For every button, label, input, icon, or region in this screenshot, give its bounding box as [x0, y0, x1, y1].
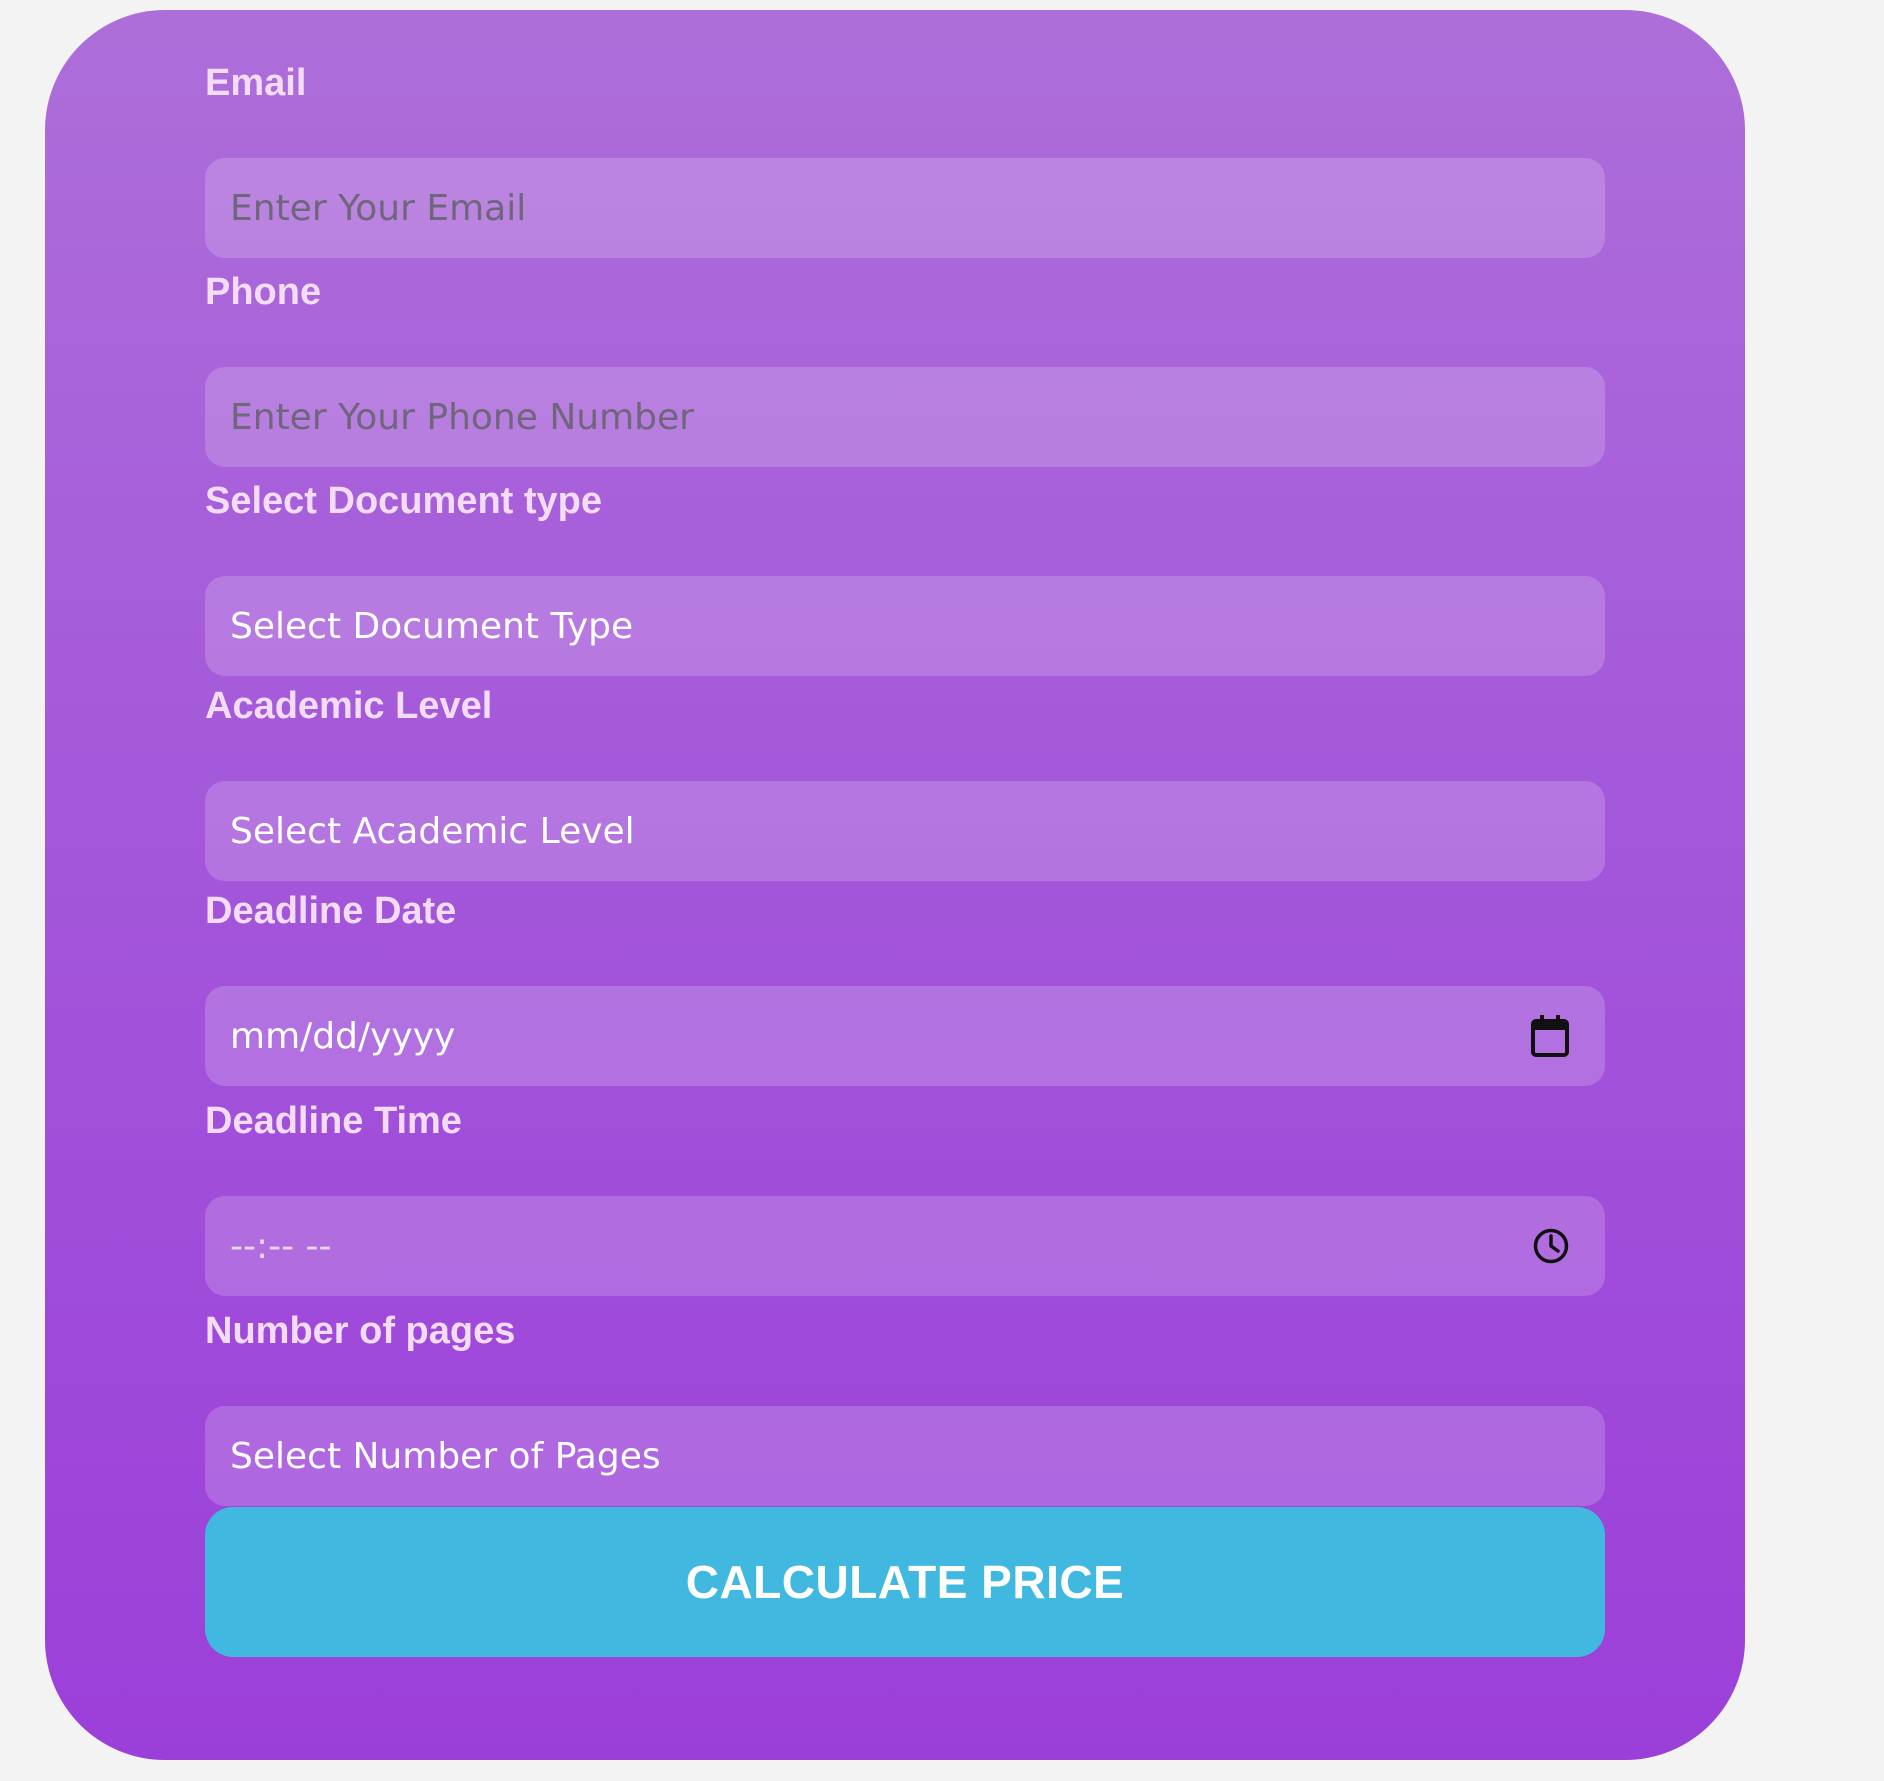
calculate-price-button[interactable]: CALCULATE PRICE — [205, 1507, 1605, 1657]
clock-icon[interactable] — [1532, 1227, 1570, 1265]
academic-level-label: Academic Level — [205, 685, 493, 727]
phone-label: Phone — [205, 271, 322, 313]
deadline-time-input[interactable]: --:-- -- — [205, 1196, 1605, 1296]
deadline-date-input[interactable]: mm/dd/yyyy — [205, 986, 1605, 1086]
academic-level-select[interactable]: Select Academic Level — [205, 781, 1605, 881]
email-label: Email — [205, 62, 307, 104]
email-input[interactable]: Enter Your Email — [205, 158, 1605, 258]
deadline-date-value: mm/dd/yyyy — [230, 1015, 456, 1057]
deadline-time-value: --:-- -- — [230, 1225, 332, 1267]
pages-label: Number of pages — [205, 1310, 516, 1352]
document-type-label: Select Document type — [205, 480, 602, 522]
calendar-icon[interactable] — [1530, 1014, 1570, 1058]
order-form-card: Email Enter Your Email Phone Enter Your … — [45, 10, 1745, 1760]
document-type-select[interactable]: Select Document Type — [205, 576, 1605, 676]
pages-select[interactable]: Select Number of Pages — [205, 1406, 1605, 1506]
phone-input[interactable]: Enter Your Phone Number — [205, 367, 1605, 467]
deadline-time-label: Deadline Time — [205, 1100, 462, 1142]
deadline-date-label: Deadline Date — [205, 890, 457, 932]
